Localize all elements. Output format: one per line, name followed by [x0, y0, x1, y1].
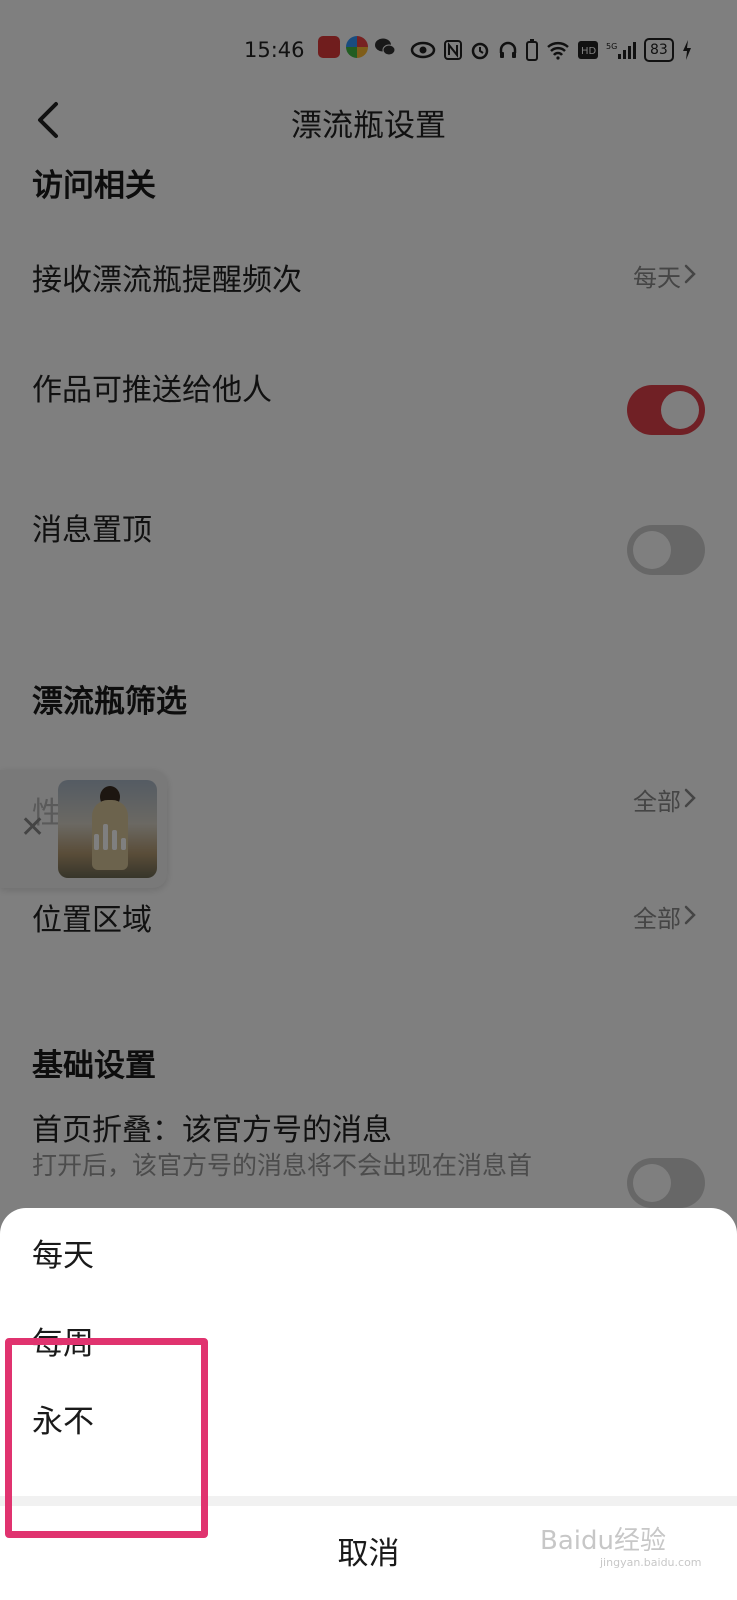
- option-daily[interactable]: 每天: [32, 1230, 94, 1275]
- annotation-highlight-box: [5, 1338, 208, 1538]
- baidu-watermark-logo: Baidu经验: [540, 1526, 666, 1556]
- baidu-watermark-url: jingyan.baidu.com: [600, 1556, 702, 1569]
